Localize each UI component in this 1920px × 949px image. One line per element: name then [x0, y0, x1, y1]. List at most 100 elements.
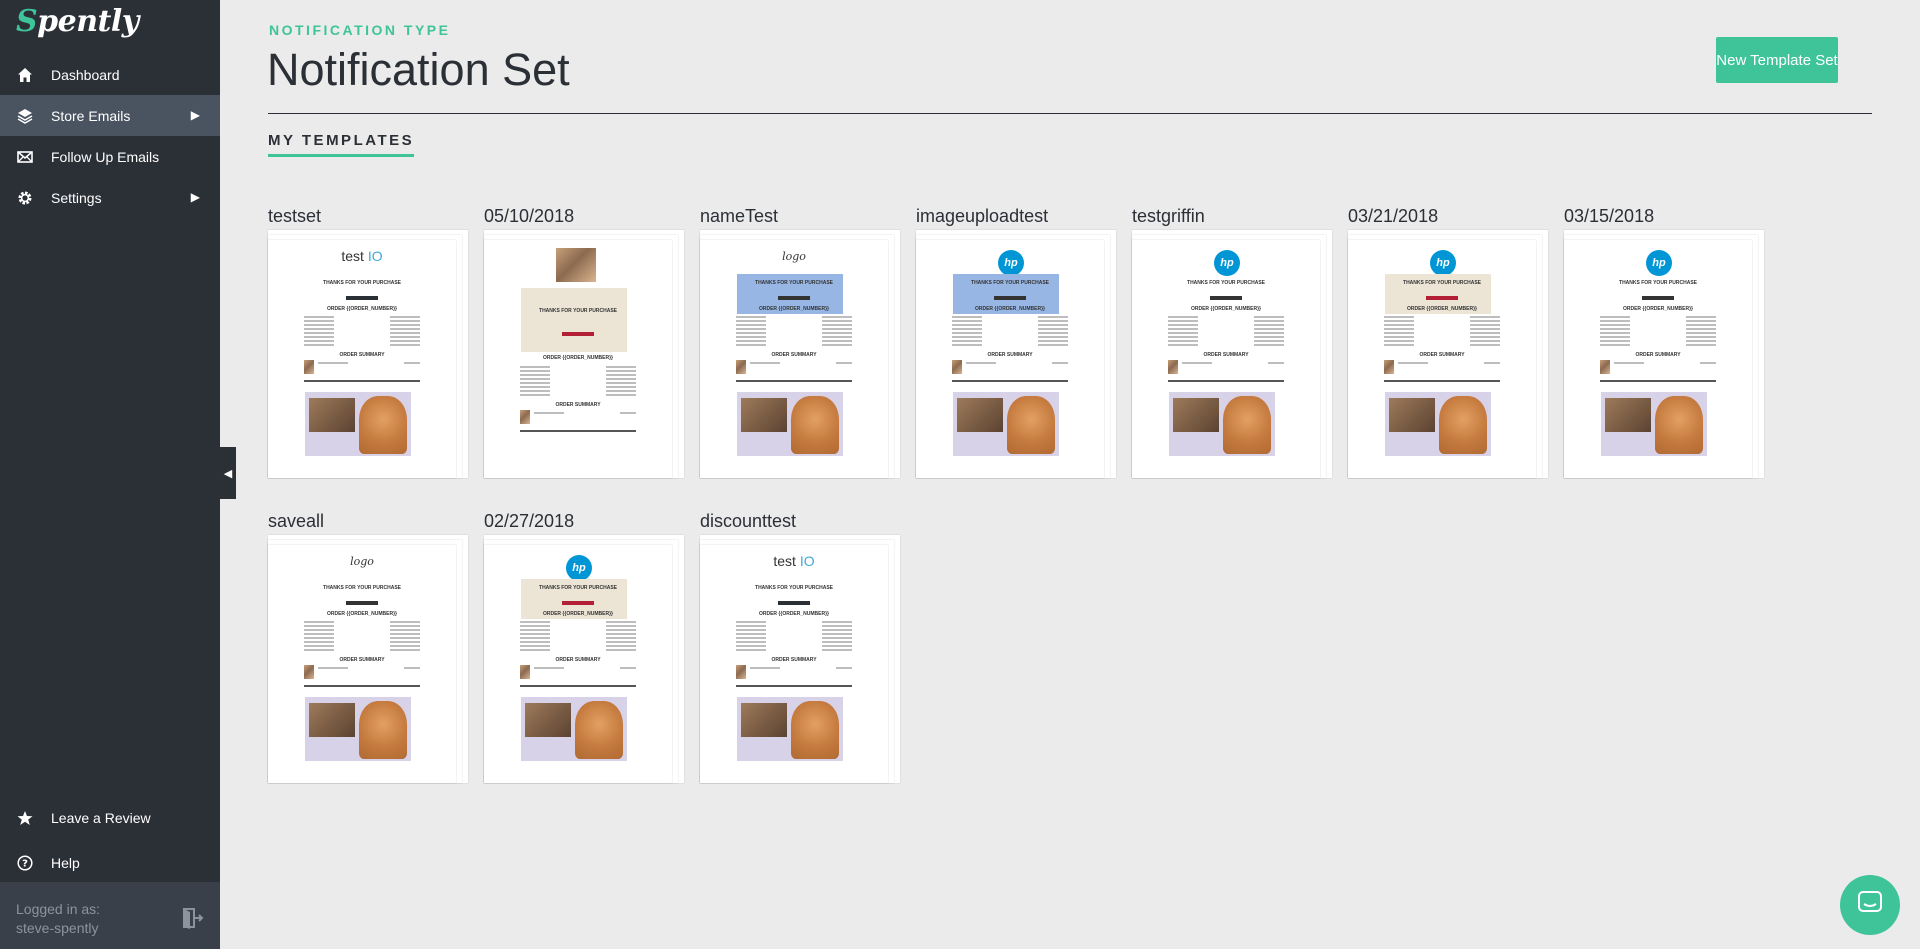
preview-text-line	[520, 629, 550, 631]
sidebar-item-dashboard[interactable]: Dashboard	[0, 54, 220, 95]
sidebar-item-leave-review[interactable]: Leave a Review	[0, 795, 220, 840]
sidebar-collapse-button[interactable]: ◀	[220, 447, 236, 499]
sidebar-item-settings[interactable]: Settings ▶	[0, 177, 220, 218]
preview-text-line	[520, 649, 550, 651]
preview-text-line	[304, 340, 334, 342]
preview-text-line	[1700, 362, 1716, 364]
chat-launcher-button[interactable]	[1840, 875, 1900, 935]
preview-text-line	[750, 362, 780, 364]
template-card[interactable]: nameTest logo THANKS FOR YOUR PURCHASE ORDE…	[700, 204, 900, 478]
new-template-set-button[interactable]: New Template Set	[1716, 37, 1838, 83]
sidebar-item-label: Dashboard	[51, 66, 120, 83]
preview-text-line	[304, 641, 334, 643]
preview-text-line	[620, 412, 636, 414]
preview-text-line	[304, 637, 334, 639]
template-preview-stack[interactable]: hp THANKS FOR YOUR PURCHASE ORDER {{ORDER_…	[484, 533, 684, 783]
preview-text-line	[822, 344, 852, 346]
preview-brand: test IO	[773, 553, 815, 569]
preview-text-line	[1686, 328, 1716, 330]
preview-text-line	[520, 641, 550, 643]
preview-text-line	[606, 374, 636, 376]
sidebar-item-follow-up-emails[interactable]: Follow Up Emails	[0, 136, 220, 177]
template-card[interactable]: saveall logo THANKS FOR YOUR PURCHASE ORDER…	[268, 509, 468, 783]
preview-text-line	[1614, 362, 1644, 364]
preview-text-line	[1600, 336, 1630, 338]
preview-text-line	[1168, 340, 1198, 342]
preview-text-line	[1384, 340, 1414, 342]
hp-logo-icon: hp	[1430, 250, 1456, 276]
template-preview-stack[interactable]: THANKS FOR YOUR PURCHASE ORDER {{ORDER_NU…	[484, 228, 684, 478]
template-preview-stack[interactable]: test IO THANKS FOR YOUR PURCHASE ORDER {{O…	[700, 533, 900, 783]
preview-recommended-products	[1601, 392, 1707, 456]
template-preview-stack[interactable]: hp THANKS FOR YOUR PURCHASE ORDER {{ORDER_…	[1132, 228, 1332, 478]
template-preview-stack[interactable]: test IO THANKS FOR YOUR PURCHASE ORDER {{O…	[268, 228, 468, 478]
preview-text-line	[1038, 336, 1068, 338]
preview-text-line	[736, 340, 766, 342]
preview-text-line	[390, 621, 420, 623]
preview-text-line	[822, 324, 852, 326]
spently-logo[interactable]: Spently	[16, 4, 139, 39]
sidebar-item-help[interactable]: ? Help	[0, 840, 220, 885]
template-preview-stack[interactable]: hp THANKS FOR YOUR PURCHASE ORDER {{ORDER_…	[916, 228, 1116, 478]
preview-subheading: ORDER {{ORDER_NUMBER}}	[1406, 306, 1477, 312]
template-name: 03/21/2018	[1348, 206, 1439, 226]
preview-text-line	[1254, 340, 1284, 342]
template-card[interactable]: testset test IO THANKS FOR YOUR PURCHASE OR…	[268, 204, 468, 478]
page-title: Notification Set	[267, 44, 570, 95]
preview-text-line	[836, 667, 852, 669]
template-preview-stack[interactable]: logo THANKS FOR YOUR PURCHASE ORDER {{ORDE…	[700, 228, 900, 478]
logged-in-panel: Logged in as: steve-spently	[0, 882, 220, 949]
preview-text-line	[390, 641, 420, 643]
sidebar-bottom-nav: Leave a Review ? Help	[0, 795, 220, 885]
preview-text-line	[390, 625, 420, 627]
preview-text-line	[304, 324, 334, 326]
preview-text-line	[1600, 316, 1630, 318]
preview-logo: logo	[350, 555, 374, 568]
preview-product-image	[952, 360, 962, 374]
home-icon	[17, 67, 33, 83]
template-name: 05/10/2018	[484, 206, 575, 226]
preview-text-line	[390, 320, 420, 322]
preview-text-line	[304, 645, 334, 647]
logout-icon[interactable]	[180, 906, 204, 935]
preview-subheading: ORDER {{ORDER_NUMBER}}	[542, 355, 613, 361]
svg-text:?: ?	[22, 858, 28, 869]
template-card[interactable]: imageuploadtest hp THANKS FOR YOUR PURCHAS…	[916, 204, 1116, 478]
preview-text-line	[606, 645, 636, 647]
template-card[interactable]: 03/15/2018 hp THANKS FOR YOUR PURCHASE ORDE…	[1564, 204, 1764, 478]
preview-subheading: ORDER {{ORDER_NUMBER}}	[1622, 306, 1693, 312]
sidebar-item-label: Help	[51, 854, 80, 871]
template-card[interactable]: testgriffin hp THANKS FOR YOUR PURCHASE ORD…	[1132, 204, 1332, 478]
preview-cta-button	[994, 296, 1026, 300]
template-preview-stack[interactable]: logo THANKS FOR YOUR PURCHASE ORDER {{ORDE…	[268, 533, 468, 783]
preview-product-image	[304, 665, 314, 679]
preview-text-line	[390, 332, 420, 334]
template-preview-stack[interactable]: hp THANKS FOR YOUR PURCHASE ORDER {{ORDER_…	[1564, 228, 1764, 478]
template-card[interactable]: 03/21/2018 hp THANKS FOR YOUR PURCHASE ORDE…	[1348, 204, 1548, 478]
template-card[interactable]: discounttest test IO THANKS FOR YOUR PURCH…	[700, 509, 900, 783]
preview-text-line	[304, 328, 334, 330]
preview-cta-button	[1426, 296, 1458, 300]
preview-text-line	[736, 645, 766, 647]
preview-text-line	[1038, 316, 1068, 318]
preview-text-line	[1254, 344, 1284, 346]
preview-photo	[556, 248, 596, 282]
preview-product-image	[736, 665, 746, 679]
preview-text-line	[822, 629, 852, 631]
preview-text-line	[390, 328, 420, 330]
preview-text-line	[606, 629, 636, 631]
template-card[interactable]: 02/27/2018 hp THANKS FOR YOUR PURCHASE ORDE…	[484, 509, 684, 783]
preview-text-line	[1686, 316, 1716, 318]
sidebar-item-store-emails[interactable]: Store Emails ▶	[0, 95, 220, 136]
preview-text-line	[1686, 344, 1716, 346]
preview-text-line	[304, 629, 334, 631]
hp-logo-icon: hp	[998, 250, 1024, 276]
tab-my-templates[interactable]: MY TEMPLATES	[268, 132, 415, 157]
preview-brand: test IO	[341, 248, 383, 264]
preview-subheading: ORDER {{ORDER_NUMBER}}	[758, 306, 829, 312]
preview-text-line	[1168, 316, 1198, 318]
template-name: nameTest	[700, 206, 779, 226]
template-preview-stack[interactable]: hp THANKS FOR YOUR PURCHASE ORDER {{ORDER_…	[1348, 228, 1548, 478]
template-card[interactable]: 05/10/2018 THANKS FOR YOUR PURCHASE ORDER …	[484, 204, 684, 478]
email-preview: test IO THANKS FOR YOUR PURCHASE ORDER {{O…	[700, 545, 888, 783]
